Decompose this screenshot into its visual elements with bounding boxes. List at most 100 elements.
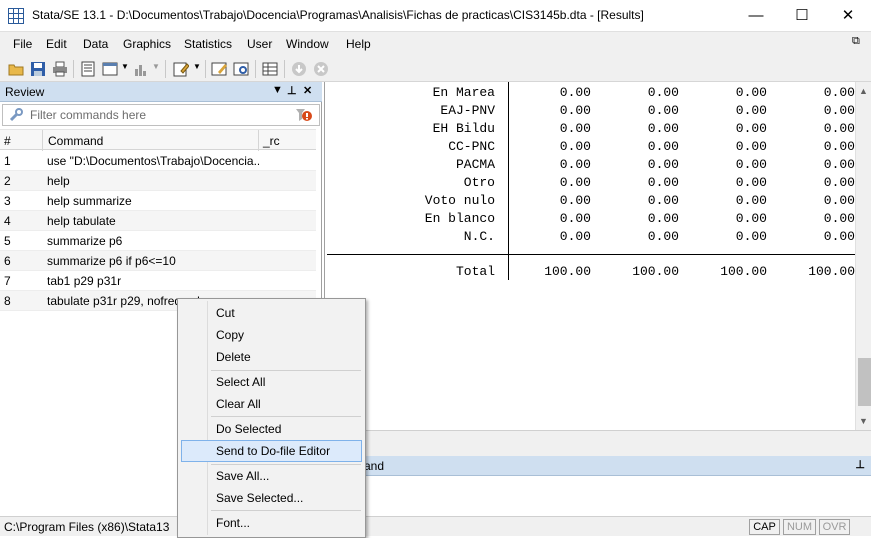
history-row[interactable]: 6 summarize p6 if p6<=10 [0,251,316,271]
menu-item-send-to-dofile[interactable]: Send to Do-file Editor [181,440,362,462]
result-row: En blanco 0.00 0.00 0.00 0.00 [424,211,855,226]
result-total-row: Total 100.00 100.00 100.00 100.00 [455,264,855,279]
review-close-icon[interactable]: ✕ [303,84,312,97]
graph-dropdown-icon[interactable]: ▼ [152,62,160,71]
row-command: help summarize [47,194,132,208]
data-editor-icon[interactable] [211,61,227,77]
log-icon[interactable] [80,61,96,77]
row-command: summarize p6 [47,234,123,248]
filter-commands-input[interactable]: Filter commands here [2,104,320,126]
menu-item-font[interactable]: Font... [181,512,362,534]
restore-child-icon[interactable]: ⧉ [852,35,860,48]
review-context-menu: Cut Copy Delete Select All Clear All Do … [177,298,366,538]
history-row[interactable]: 1 use "D:\Documentos\Trabajo\Docencia... [0,151,316,171]
status-bar: C:\Program Files (x86)\Stata13 CAP NUM O… [0,516,871,536]
scroll-thumb[interactable] [858,358,871,406]
result-row: PACMA 0.00 0.00 0.00 0.00 [455,157,855,172]
pin-icon[interactable]: ⊥ [287,84,297,97]
menu-item-do-selected[interactable]: Do Selected [181,418,362,440]
results-window[interactable]: En Marea 0.00 0.00 0.00 0.00 EAJ-PNV 0.00 0.00… [324,82,871,430]
result-row: En Marea 0.00 0.00 0.00 0.00 [432,85,855,100]
scroll-down-icon[interactable]: ▼ [859,416,868,426]
open-icon[interactable] [8,61,24,77]
menu-item-clear-all[interactable]: Clear All [181,393,362,415]
history-row[interactable]: 4 help tabulate [0,211,316,231]
history-row[interactable]: 5 summarize p6 [0,231,316,251]
row-command: help [47,174,70,188]
result-row: N.C. 0.00 0.00 0.00 0.00 [463,229,855,244]
result-row: Otro 0.00 0.00 0.00 0.00 [463,175,855,190]
variables-manager-icon[interactable] [262,61,278,77]
menu-graphics[interactable]: Graphics [123,37,171,51]
num-indicator: NUM [783,519,816,535]
toolbar: ▼ ▼ ▼ [0,56,871,82]
viewer-dropdown-icon[interactable]: ▼ [121,62,129,71]
row-number: 5 [4,234,11,248]
review-column-header: # Command _rc [0,129,316,151]
review-title: Review [5,85,45,99]
wrench-icon [8,107,24,126]
menu-user[interactable]: User [247,37,272,51]
menu-item-save-selected[interactable]: Save Selected... [181,487,362,509]
error-filter-icon[interactable] [295,107,313,126]
result-row: EAJ-PNV 0.00 0.00 0.00 0.00 [440,103,855,118]
filter-placeholder: Filter commands here [30,108,147,122]
break-icon[interactable] [313,61,329,77]
ovr-indicator: OVR [819,519,850,535]
command-pin-icon[interactable]: ⊥ [855,458,865,471]
row-command: tab1 p29 p31r [47,274,122,288]
dofile-editor-icon[interactable] [173,61,190,77]
result-row: Voto nulo 0.00 0.00 0.00 0.00 [424,193,855,208]
results-table: En Marea 0.00 0.00 0.00 0.00 EAJ-PNV 0.00 0.00… [325,82,855,430]
menu-bar: File Edit Data Graphics Statistics User … [0,32,871,56]
title-bar: Stata/SE 13.1 - D:\Documentos\Trabajo\Do… [0,0,871,32]
review-header: Review ▼ ⊥ ✕ [0,82,322,102]
col-command[interactable]: Command [48,134,103,148]
row-command: use "D:\Documentos\Trabajo\Docencia... [47,154,259,168]
col-rc[interactable]: _rc [263,134,280,148]
menu-statistics[interactable]: Statistics [184,37,232,51]
row-number: 1 [4,154,11,168]
cap-indicator: CAP [749,519,780,535]
filter-funnel-icon[interactable]: ▼ [272,84,283,96]
col-num[interactable]: # [4,134,11,148]
history-row[interactable]: 2 help [0,171,316,191]
viewer-icon[interactable] [102,61,118,77]
dofile-dropdown-icon[interactable]: ▼ [193,62,201,71]
menu-file[interactable]: File [13,37,32,51]
results-vertical-scrollbar[interactable]: ▲ ▼ [855,82,871,430]
window-title: Stata/SE 13.1 - D:\Documentos\Trabajo\Do… [32,8,644,22]
row-command: summarize p6 if p6<=10 [47,254,176,268]
minimize-button[interactable]: — [733,0,779,32]
row-number: 3 [4,194,11,208]
row-number: 4 [4,214,11,228]
close-button[interactable]: ✕ [825,0,871,32]
menu-data[interactable]: Data [83,37,108,51]
history-row[interactable]: 7 tab1 p29 p31r [0,271,316,291]
save-icon[interactable] [30,61,46,77]
maximize-button[interactable]: ☐ [779,0,825,32]
data-browser-icon[interactable] [233,61,249,77]
menu-edit[interactable]: Edit [46,37,67,51]
stata-app-icon [8,8,24,24]
command-title: and [364,459,385,473]
graph-icon[interactable] [133,61,149,77]
menu-window[interactable]: Window [286,37,329,51]
print-icon[interactable] [52,61,68,77]
menu-item-select-all[interactable]: Select All [181,371,362,393]
command-input[interactable] [324,476,871,516]
results-horizontal-strip [324,430,871,456]
menu-item-cut[interactable]: Cut [181,302,362,324]
more-icon[interactable] [291,61,307,77]
row-number: 7 [4,274,11,288]
result-row: EH Bildu 0.00 0.00 0.00 0.00 [432,121,855,136]
command-header: and ⊥ [324,456,871,476]
result-row: CC-PNC 0.00 0.00 0.00 0.00 [448,139,855,154]
menu-item-save-all[interactable]: Save All... [181,465,362,487]
menu-item-delete[interactable]: Delete [181,346,362,368]
history-row[interactable]: 3 help summarize [0,191,316,211]
menu-help[interactable]: Help [346,37,371,51]
row-number: 2 [4,174,11,188]
menu-item-copy[interactable]: Copy [181,324,362,346]
scroll-up-icon[interactable]: ▲ [859,86,868,96]
